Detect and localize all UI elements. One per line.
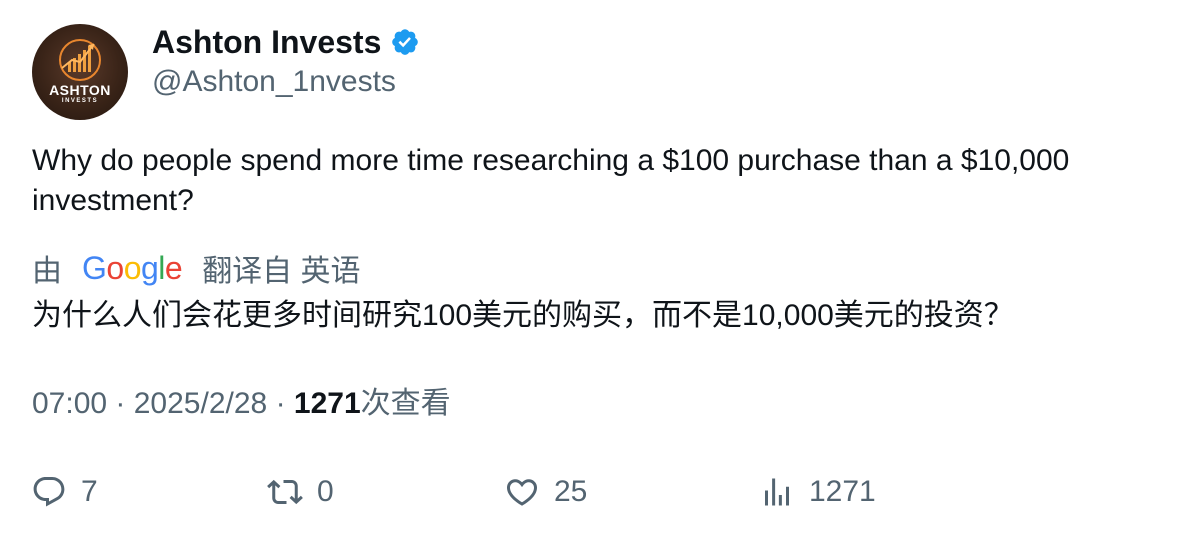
meta-separator: · <box>115 387 134 420</box>
views-button[interactable]: 1271 <box>759 470 876 514</box>
views-action-count: 1271 <box>809 475 876 508</box>
author-name[interactable]: Ashton Invests <box>152 22 420 62</box>
translated-text: 为什么人们会花更多时间研究100美元的购买，而不是10,000美元的投资？ <box>32 299 1014 332</box>
translation-attribution: 由 Google 翻译自 英语 <box>32 247 361 289</box>
tweet-date[interactable]: 2025/2/28 <box>134 387 267 420</box>
views-count: 1271 <box>293 387 361 420</box>
like-count: 25 <box>554 475 588 508</box>
reply-count: 7 <box>81 475 98 508</box>
tweet-time[interactable]: 07:00 <box>32 387 107 420</box>
retweet-icon <box>267 479 303 505</box>
author-name-text: Ashton Invests <box>152 24 382 60</box>
avatar[interactable]: ASHTON INVESTS <box>32 24 128 120</box>
retweet-count: 0 <box>317 475 334 508</box>
tweet-meta: 07:00 · 2025/2/28 · 1271次查看 <box>32 384 451 424</box>
avatar-logo-icon <box>59 39 101 81</box>
translation-prefix: 由 <box>32 255 62 288</box>
reply-icon <box>33 477 65 507</box>
views-icon <box>765 478 789 506</box>
views-label: 次查看 <box>360 387 451 420</box>
author-handle[interactable]: @Ashton_1nvests <box>152 62 396 102</box>
retweet-button[interactable]: 0 <box>267 470 334 514</box>
google-logo[interactable]: Google <box>82 250 183 287</box>
meta-separator: · <box>275 387 294 420</box>
like-button[interactable]: 25 <box>504 470 587 514</box>
verified-badge-icon <box>392 29 419 55</box>
avatar-sublabel: INVESTS <box>61 98 99 104</box>
tweet-text: Why do people spend more time researchin… <box>32 144 1070 217</box>
action-bar: 7 0 25 1271 <box>0 470 1196 514</box>
like-icon <box>506 479 538 506</box>
reply-button[interactable]: 7 <box>31 470 98 514</box>
avatar-label: ASHTON <box>49 82 111 98</box>
translation-suffix: 翻译自 英语 <box>202 255 361 288</box>
